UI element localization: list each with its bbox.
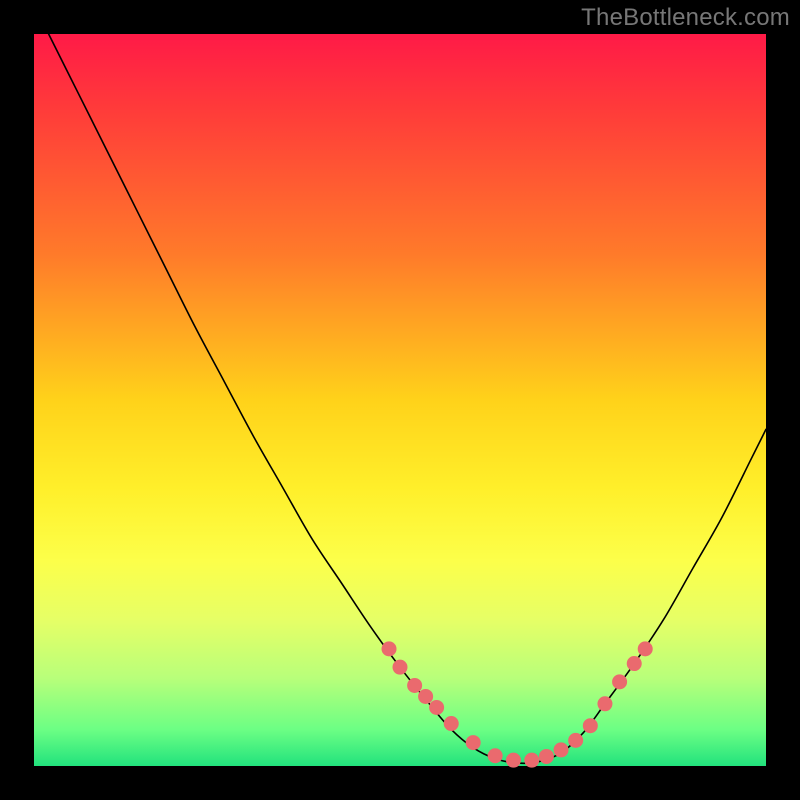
curve-marker	[444, 716, 459, 731]
marker-group	[382, 641, 653, 767]
curve-marker	[524, 753, 539, 768]
watermark-text: TheBottleneck.com	[581, 4, 790, 32]
curve-marker	[568, 733, 583, 748]
curve-marker	[488, 748, 503, 763]
curve-marker	[539, 749, 554, 764]
plot-area	[34, 34, 766, 766]
curve-marker	[393, 660, 408, 675]
curve-marker	[407, 678, 422, 693]
curve-marker	[638, 641, 653, 656]
curve-marker	[627, 656, 642, 671]
curve-marker	[554, 742, 569, 757]
curve-marker	[382, 641, 397, 656]
bottleneck-curve	[34, 5, 766, 764]
curve-marker	[597, 696, 612, 711]
curve-marker	[583, 718, 598, 733]
curve-marker	[506, 753, 521, 768]
curve-marker	[612, 674, 627, 689]
chart-svg	[34, 34, 766, 766]
curve-marker	[466, 735, 481, 750]
curve-marker	[418, 689, 433, 704]
chart-container: TheBottleneck.com	[0, 0, 800, 800]
curve-marker	[429, 700, 444, 715]
